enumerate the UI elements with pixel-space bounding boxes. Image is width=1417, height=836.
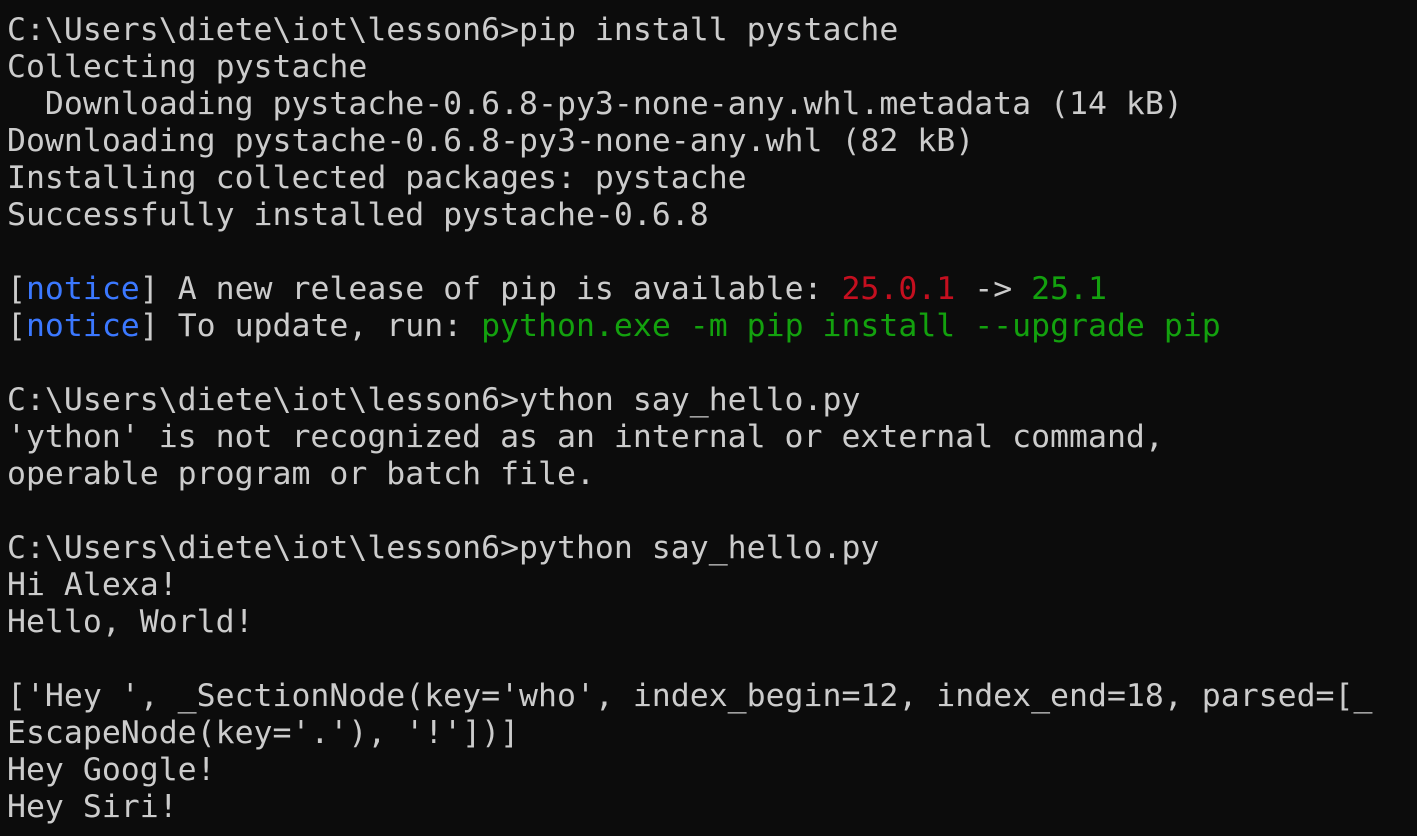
output-line: Installing collected packages: pystache <box>7 160 747 196</box>
old-version: 25.0.1 <box>841 271 956 307</box>
output-line: Downloading pystache-0.6.8-py3-none-any.… <box>7 86 1183 122</box>
output-line: Collecting pystache <box>7 49 368 85</box>
output-line: Hey Siri! <box>7 789 178 825</box>
notice-tag: notice <box>25 271 140 307</box>
command-text: python say_hello.py <box>519 530 880 566</box>
notice-text: To update, run: <box>158 308 482 344</box>
output-line: ['Hey ', _SectionNode(key='who', index_b… <box>7 678 1373 714</box>
command-line: C:\Users\diete\iot\lesson6>python say_he… <box>7 530 1417 567</box>
output-line: EscapeNode(key='.'), '!'])] <box>7 715 520 751</box>
error-line: 'ython' is not recognized as an internal… <box>7 419 1164 455</box>
notice-text: A new release of pip is available: <box>158 271 842 307</box>
bracket-close: ] <box>139 308 159 344</box>
bracket-open: [ <box>7 308 26 344</box>
bracket-close: ] <box>139 271 159 307</box>
prompt: C:\Users\diete\iot\lesson6> <box>7 382 520 418</box>
upgrade-command: python.exe -m pip install --upgrade pip <box>481 308 1221 344</box>
notice-tag: notice <box>25 308 140 344</box>
command-line: C:\Users\diete\iot\lesson6>pip install p… <box>7 12 1417 49</box>
notice-line: [notice] A new release of pip is availab… <box>7 271 1417 308</box>
prompt: C:\Users\diete\iot\lesson6> <box>7 12 520 48</box>
terminal-window[interactable]: C:\Users\diete\iot\lesson6>pip install p… <box>0 0 1417 836</box>
command-text: ython say_hello.py <box>519 382 861 418</box>
output-line: Hello, World! <box>7 604 254 640</box>
command-text: pip install pystache <box>519 12 899 48</box>
new-version: 25.1 <box>1031 271 1107 307</box>
arrow: -> <box>955 271 1032 307</box>
error-line: operable program or batch file. <box>7 456 595 492</box>
notice-line: [notice] To update, run: python.exe -m p… <box>7 308 1417 345</box>
command-line: C:\Users\diete\iot\lesson6>ython say_hel… <box>7 382 1417 419</box>
output-line: Successfully installed pystache-0.6.8 <box>7 197 709 233</box>
output-line: Hi Alexa! <box>7 567 178 603</box>
prompt: C:\Users\diete\iot\lesson6> <box>7 530 520 566</box>
output-line: Downloading pystache-0.6.8-py3-none-any.… <box>7 123 975 159</box>
bracket-open: [ <box>7 271 26 307</box>
output-line: Hey Google! <box>7 752 216 788</box>
